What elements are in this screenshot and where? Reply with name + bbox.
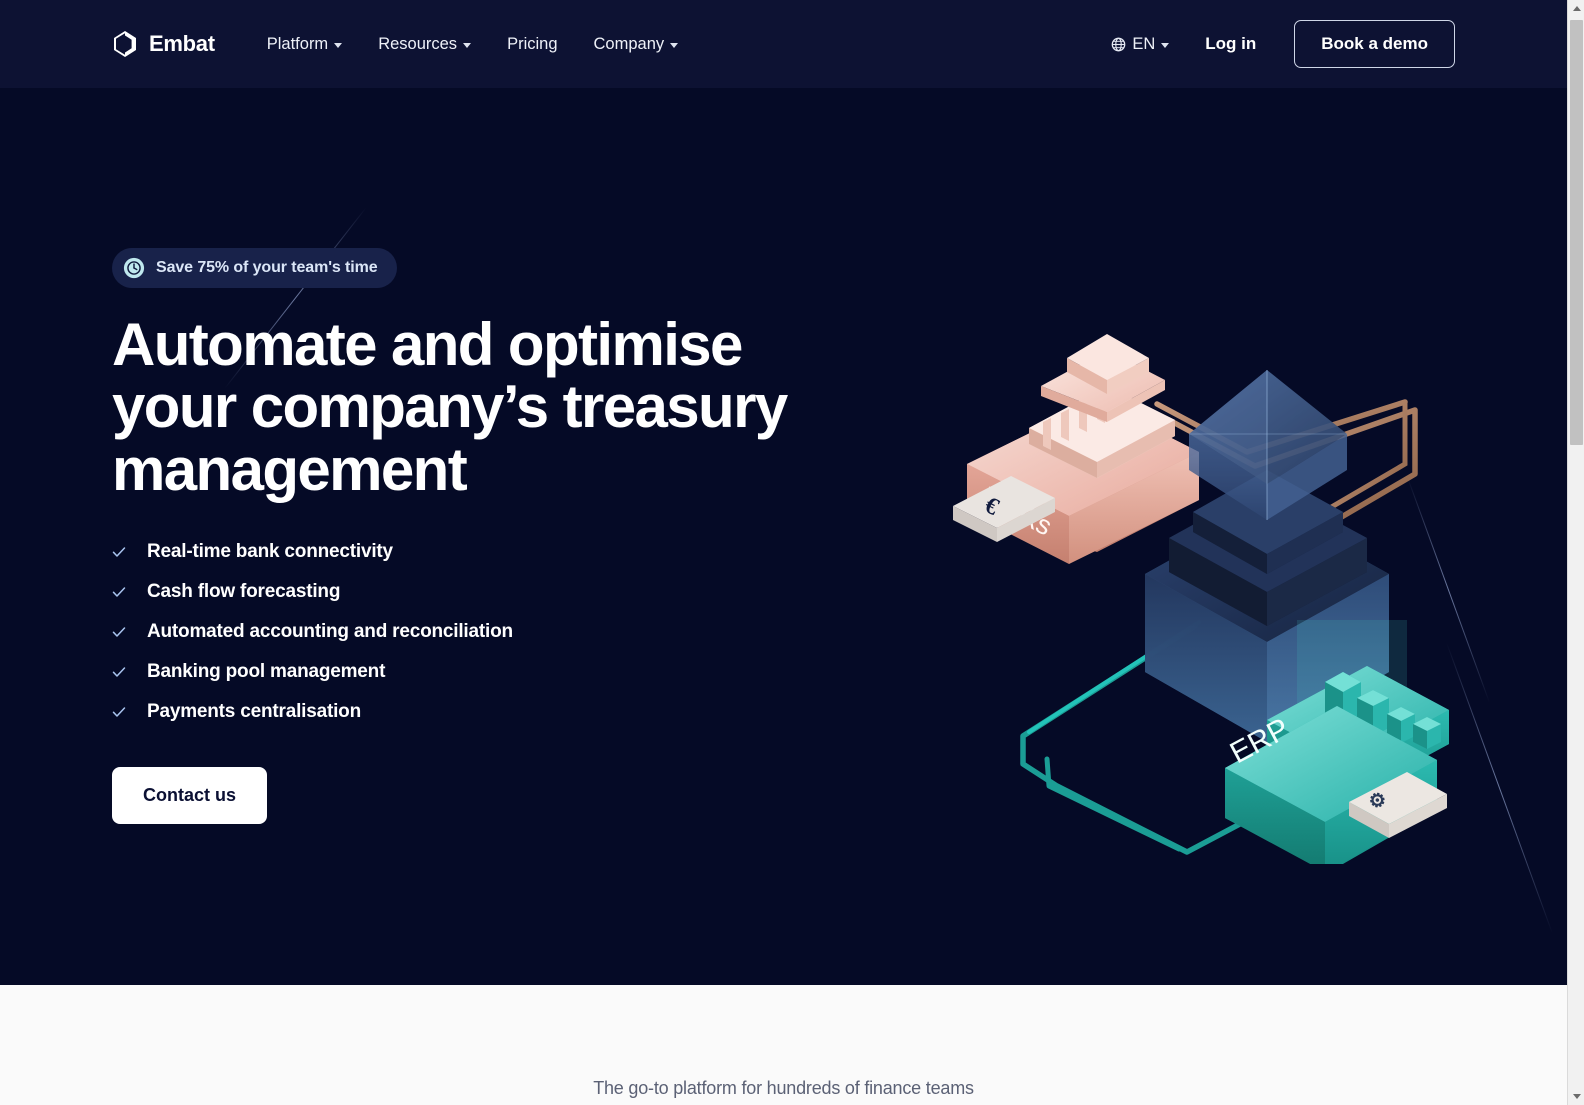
feature-list: Real-time bank connectivity Cash flow fo… (112, 541, 820, 723)
nav-label-pricing: Pricing (507, 34, 558, 53)
decorative-streak-3 (1446, 642, 1554, 934)
feature-label: Cash flow forecasting (147, 581, 341, 603)
contact-us-button[interactable]: Contact us (112, 767, 268, 825)
scrollbar-thumb[interactable] (1570, 20, 1583, 445)
chevron-down-icon (670, 42, 679, 48)
clock-icon (123, 257, 145, 279)
browser-scrollbar[interactable] (1567, 0, 1584, 1105)
check-icon (112, 585, 126, 599)
check-icon (112, 665, 126, 679)
nav-label-company: Company (593, 34, 665, 53)
nav-label-platform: Platform (266, 34, 329, 53)
hero-content: Save 75% of your team's time Automate an… (0, 88, 820, 825)
nav-item-resources[interactable]: Resources (360, 27, 489, 62)
check-icon (112, 545, 126, 559)
feature-label: Banking pool management (147, 661, 386, 683)
nav-item-platform[interactable]: Platform (249, 27, 360, 62)
site-header: Embat Platform Resources Pricing Company (0, 0, 1567, 88)
chevron-down-icon (463, 42, 472, 48)
nav-label-resources: Resources (378, 34, 458, 53)
embat-diamond-logo-icon (112, 30, 138, 58)
check-icon (112, 625, 126, 639)
feature-item: Automated accounting and reconciliation (112, 621, 820, 643)
browser-viewport: Embat Platform Resources Pricing Company (0, 0, 1567, 1105)
hero-section: Save 75% of your team's time Automate an… (0, 88, 1567, 985)
social-proof-band: The go-to platform for hundreds of finan… (0, 985, 1567, 1105)
feature-item: Banking pool management (112, 661, 820, 683)
login-link[interactable]: Log in (1183, 26, 1278, 62)
language-selector[interactable]: EN (1097, 27, 1183, 62)
brand-name: Embat (149, 31, 215, 56)
header-actions: EN Log in Book a demo (1097, 20, 1455, 68)
value-badge: Save 75% of your team's time (112, 248, 397, 288)
feature-label: Payments centralisation (147, 701, 361, 723)
globe-icon (1111, 37, 1126, 52)
feature-label: Automated accounting and reconciliation (147, 621, 513, 643)
page-root: Embat Platform Resources Pricing Company (0, 0, 1584, 1105)
value-badge-text: Save 75% of your team's time (156, 259, 378, 276)
treasury-integration-3d-illustration: Banks € (937, 324, 1457, 872)
feature-label: Real-time bank connectivity (147, 541, 393, 563)
nav-item-company[interactable]: Company (576, 27, 697, 62)
chevron-down-icon (1161, 42, 1170, 48)
scroll-down-arrow-icon[interactable] (1568, 1088, 1584, 1105)
brand-logo[interactable]: Embat (112, 30, 215, 58)
scroll-up-arrow-icon[interactable] (1568, 0, 1584, 17)
language-label: EN (1132, 34, 1156, 53)
feature-item: Payments centralisation (112, 701, 820, 723)
book-demo-button[interactable]: Book a demo (1294, 20, 1455, 68)
check-icon (112, 705, 126, 719)
main-navigation: Platform Resources Pricing Company (249, 27, 696, 62)
chevron-down-icon (334, 42, 343, 48)
feature-item: Real-time bank connectivity (112, 541, 820, 563)
banks-block: Banks € (953, 334, 1199, 564)
social-proof-tagline: The go-to platform for hundreds of finan… (593, 1078, 974, 1098)
nav-item-pricing[interactable]: Pricing (489, 27, 575, 62)
feature-item: Cash flow forecasting (112, 581, 820, 603)
page-title: Automate and optimise your company’s tre… (112, 311, 788, 503)
